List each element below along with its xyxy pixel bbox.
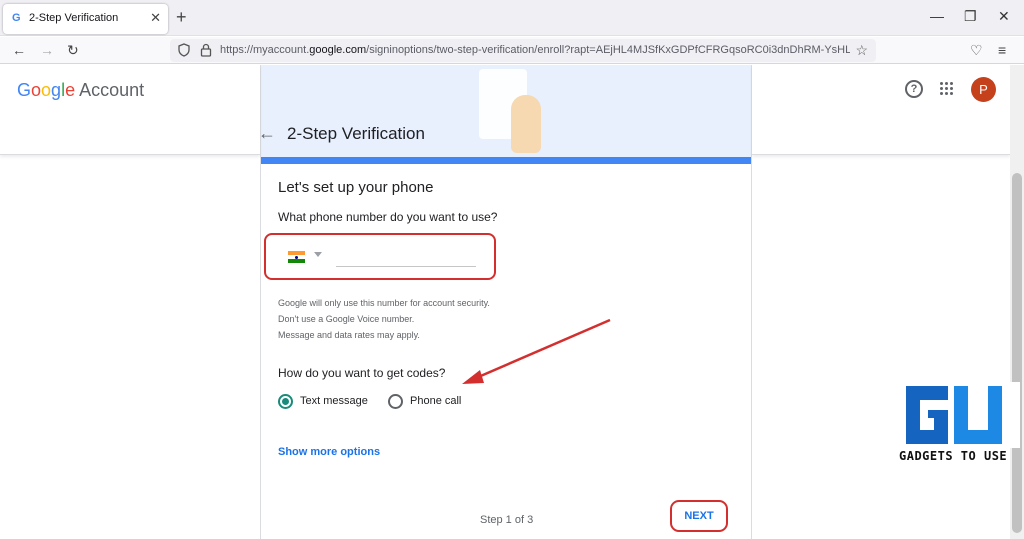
page-title: 2-Step Verification: [287, 124, 425, 143]
back-arrow-icon[interactable]: ←: [258, 123, 276, 143]
country-dropdown-icon[interactable]: [314, 252, 322, 257]
account-header: Google Account ? P ← 2-Step Verification: [0, 65, 1010, 155]
restore-icon[interactable]: ❐: [964, 8, 977, 24]
phone-call-radio[interactable]: [388, 394, 403, 409]
lock-icon[interactable]: [200, 43, 212, 57]
browser-tab[interactable]: G 2-Step Verification ✕: [3, 4, 168, 34]
watermark-text: GADGETS TO USE: [899, 449, 1008, 463]
close-tab-icon[interactable]: ✕: [150, 10, 161, 26]
pocket-icon[interactable]: ♡: [970, 42, 983, 58]
header-right-panel: [752, 65, 1010, 155]
page-viewport: Google Account ? P ← 2-Step Verification …: [0, 65, 1024, 539]
note-line: Message and data rates may apply.: [278, 330, 420, 340]
url-bar[interactable]: https://myaccount.google.com/signinoptio…: [170, 39, 876, 62]
forward-icon[interactable]: →: [40, 41, 54, 59]
phone-number-input[interactable]: [336, 247, 476, 267]
show-more-options-link[interactable]: Show more options: [278, 446, 380, 458]
scrollbar-thumb[interactable]: [1012, 173, 1022, 533]
card-accent-bar: [261, 157, 751, 164]
india-flag-icon[interactable]: [288, 251, 305, 263]
minimize-icon[interactable]: —: [930, 8, 944, 24]
back-icon[interactable]: ←: [12, 41, 26, 59]
shield-icon[interactable]: [178, 43, 190, 57]
close-window-icon[interactable]: ✕: [998, 8, 1010, 24]
new-tab-icon[interactable]: +: [176, 8, 187, 26]
note-line: Don't use a Google Voice number.: [278, 314, 415, 324]
phone-input-group: [264, 233, 496, 280]
browser-navbar: ← → ↻ https://myaccount.google.com/signi…: [0, 37, 1024, 64]
bookmark-star-icon[interactable]: ☆: [855, 42, 868, 58]
avatar[interactable]: P: [971, 77, 996, 102]
header-left-panel: [0, 65, 260, 155]
phone-question: What phone number do you want to use?: [278, 210, 498, 224]
step-indicator: Step 1 of 3: [480, 514, 534, 526]
text-message-label[interactable]: Text message: [300, 395, 368, 407]
phone-call-label[interactable]: Phone call: [410, 395, 461, 407]
browser-tab-strip: G 2-Step Verification ✕ + — ❐ ✕: [0, 0, 1024, 36]
reload-icon[interactable]: ↻: [67, 41, 79, 59]
menu-icon[interactable]: ≡: [998, 42, 1006, 58]
google-favicon-icon: G: [12, 12, 21, 24]
url-text[interactable]: https://myaccount.google.com/signinoptio…: [220, 44, 850, 56]
tab-title: 2-Step Verification: [29, 12, 119, 24]
next-button[interactable]: NEXT: [670, 500, 728, 532]
google-account-logo[interactable]: Google Account: [17, 80, 144, 101]
help-icon[interactable]: ?: [905, 80, 923, 98]
text-message-radio[interactable]: [278, 394, 293, 409]
setup-heading: Let's set up your phone: [278, 179, 434, 196]
codes-question: How do you want to get codes?: [278, 366, 446, 380]
google-apps-icon[interactable]: [940, 82, 954, 96]
note-line: Google will only use this number for acc…: [278, 298, 490, 308]
